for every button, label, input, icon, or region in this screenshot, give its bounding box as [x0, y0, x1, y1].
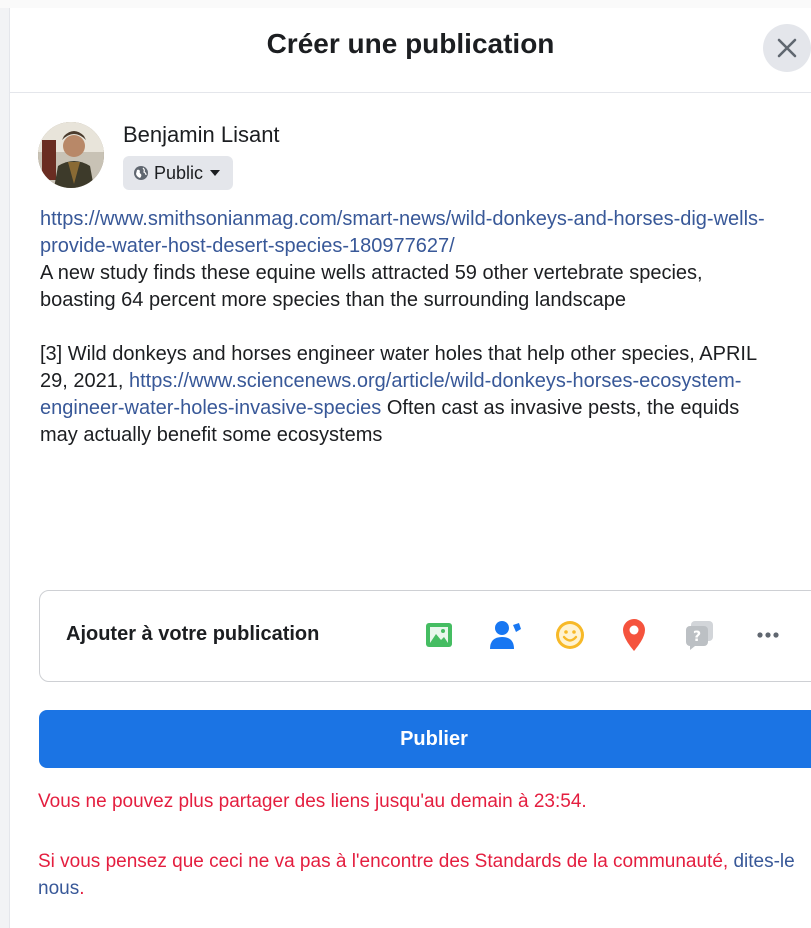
avatar[interactable] — [38, 122, 104, 188]
feeling-icon[interactable] — [552, 617, 588, 653]
background-edge — [0, 0, 10, 928]
post-summary-1: A new study finds these equine wells att… — [40, 262, 703, 311]
link-limit-error: Vous ne pouvez plus partager des liens j… — [38, 791, 587, 812]
create-post-dialog: Créer une publication Benjamin Lisant Pu… — [10, 8, 811, 928]
more-icon[interactable] — [750, 617, 786, 653]
publish-button[interactable]: Publier — [39, 710, 811, 768]
tag-people-icon[interactable] — [488, 617, 524, 653]
close-icon — [777, 38, 797, 58]
dialog-header: Créer une publication — [10, 8, 811, 93]
svg-text:?: ? — [693, 629, 701, 645]
gif-icon[interactable]: ? — [682, 617, 718, 653]
post-link-1[interactable]: https://www.smithsonianmag.com/smart-new… — [40, 208, 765, 257]
audience-selector[interactable]: Public — [123, 156, 234, 190]
photo-video-icon[interactable] — [422, 617, 458, 653]
dialog-title: Créer une publication — [266, 28, 555, 59]
globe-icon — [133, 165, 149, 181]
audience-label: Public — [154, 162, 204, 183]
appeal-message: Si vous pensez que ceci ne va pas à l'en… — [38, 848, 798, 902]
check-in-icon[interactable] — [616, 617, 652, 653]
appeal-text: Si vous pensez que ceci ne va pas à l'en… — [38, 851, 729, 872]
author-name[interactable]: Benjamin Lisant — [123, 122, 280, 148]
caret-down-icon — [209, 169, 221, 177]
post-body[interactable]: https://www.smithsonianmag.com/smart-new… — [40, 206, 780, 449]
background-strip — [0, 0, 811, 8]
add-to-post-bar: Ajouter à votre publication ? — [39, 590, 811, 682]
add-to-post-label: Ajouter à votre publication — [66, 623, 320, 645]
close-button[interactable] — [763, 24, 811, 72]
appeal-period: . — [79, 878, 85, 899]
